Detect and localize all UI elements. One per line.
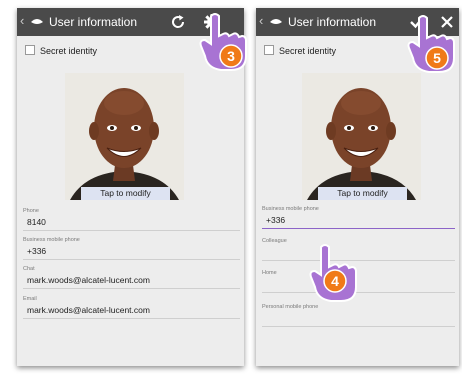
step-badge-5: 5 <box>433 50 441 66</box>
business-mobile-phone-field[interactable]: Business mobile phone +336 <box>23 237 240 260</box>
back-icon[interactable]: ‹ <box>20 13 24 28</box>
secret-identity-label: Secret identity <box>279 46 337 56</box>
field-value: mark.woods@alcatel-lucent.com <box>27 305 150 315</box>
field-value: mark.woods@alcatel-lucent.com <box>27 275 150 285</box>
field-label: Business mobile phone <box>262 206 319 212</box>
profile-photo[interactable]: Tap to modify <box>302 73 421 200</box>
portrait-image <box>65 73 184 200</box>
field-label: Phone <box>23 208 39 214</box>
step-badge-3: 3 <box>227 48 235 64</box>
secret-identity-checkbox[interactable]: Secret identity <box>264 45 336 56</box>
phone-field[interactable]: Phone 8140 <box>23 208 240 231</box>
refresh-icon[interactable] <box>169 13 187 31</box>
chat-field[interactable]: Chat mark.woods@alcatel-lucent.com <box>23 266 240 289</box>
field-value: +336 <box>266 215 286 225</box>
business-mobile-phone-field[interactable]: Business mobile phone +336 <box>262 206 455 229</box>
profile-photo[interactable]: Tap to modify <box>65 73 184 200</box>
portrait-image <box>302 73 421 200</box>
field-value: +336 <box>27 246 47 256</box>
email-field[interactable]: Email mark.woods@alcatel-lucent.com <box>23 296 240 319</box>
secret-identity-label: Secret identity <box>40 46 98 56</box>
field-label: Business mobile phone <box>23 237 80 243</box>
personal-mobile-phone-field[interactable]: Personal mobile phone <box>262 304 455 327</box>
step-3-hand-icon: 3 <box>199 13 247 71</box>
field-label: Chat <box>23 266 35 272</box>
app-icon <box>31 19 43 24</box>
field-value: 8140 <box>27 217 46 227</box>
field-label: Email <box>23 296 37 302</box>
back-icon[interactable]: ‹ <box>259 13 263 28</box>
page-title: User information <box>49 15 138 29</box>
checkbox-box[interactable] <box>25 45 35 55</box>
tap-to-modify-label[interactable]: Tap to modify <box>81 187 170 200</box>
tap-to-modify-label[interactable]: Tap to modify <box>318 187 407 200</box>
field-label: Colleague <box>262 238 287 244</box>
page-title: User information <box>288 15 377 29</box>
step-badge-4: 4 <box>331 273 339 289</box>
step-5-hand-icon: 5 <box>407 15 455 73</box>
step-4-hand-icon: 4 <box>309 244 357 302</box>
secret-identity-checkbox[interactable]: Secret identity <box>25 45 97 56</box>
field-label: Home <box>262 270 277 276</box>
app-icon <box>270 19 282 24</box>
checkbox-box[interactable] <box>264 45 274 55</box>
